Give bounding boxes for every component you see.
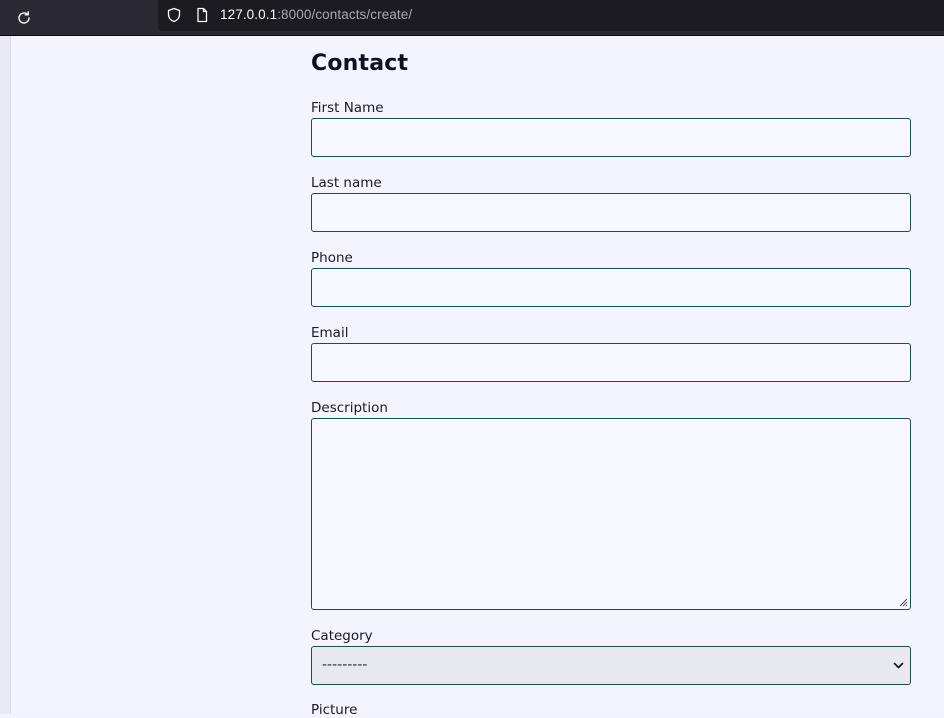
description-label: Description: [311, 400, 388, 416]
last-name-field[interactable]: [311, 193, 911, 232]
phone-field[interactable]: [311, 268, 911, 307]
phone-label: Phone: [311, 250, 353, 266]
browser-toolbar: 127.0.0.1:8000/contacts/create/: [0, 0, 944, 36]
sidebar-edge: [0, 36, 11, 714]
reload-icon: [18, 11, 30, 24]
page-title: Contact: [311, 51, 409, 76]
page-body: Contact First Name Last name Phone Email…: [0, 36, 944, 718]
url-host: 127.0.0.1: [220, 7, 278, 22]
picture-label: Picture: [311, 702, 358, 718]
category-select[interactable]: ---------: [311, 646, 911, 685]
chevron-down-icon: [893, 662, 904, 669]
shield-icon[interactable]: [166, 7, 182, 23]
address-bar[interactable]: 127.0.0.1:8000/contacts/create/: [158, 0, 944, 31]
description-textarea[interactable]: [311, 418, 911, 610]
first-name-label: First Name: [311, 100, 384, 116]
first-name-field[interactable]: [311, 118, 911, 157]
last-name-label: Last name: [311, 175, 382, 191]
resize-grip-icon[interactable]: [899, 598, 908, 607]
email-label: Email: [311, 325, 349, 341]
page-icon[interactable]: [194, 7, 210, 23]
reload-button[interactable]: [12, 6, 36, 30]
url-path: :8000/contacts/create/: [277, 7, 413, 22]
category-selected-value: ---------: [322, 657, 368, 673]
category-label: Category: [311, 628, 373, 644]
url-text[interactable]: 127.0.0.1:8000/contacts/create/: [220, 7, 412, 22]
email-field[interactable]: [311, 343, 911, 382]
